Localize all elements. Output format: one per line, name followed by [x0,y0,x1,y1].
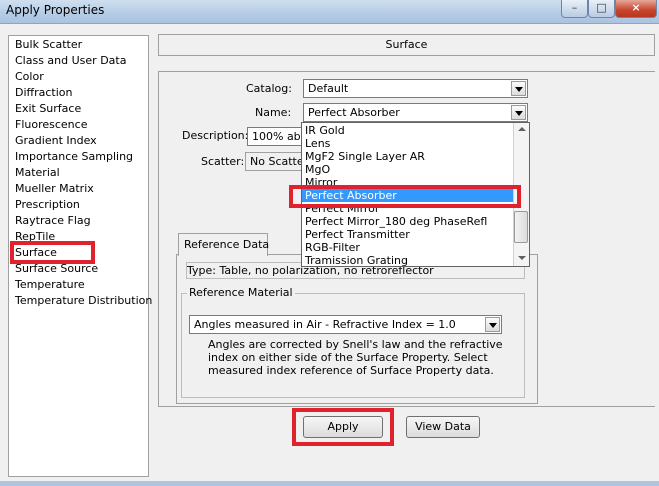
category-item-gradient-index[interactable]: Gradient Index [15,134,97,148]
category-item-bulk-scatter[interactable]: Bulk Scatter [15,38,82,52]
option-tramission-grating[interactable]: Tramission Grating [305,254,408,267]
reference-material-value: Angles measured in Air - Refractive Inde… [194,318,456,331]
reference-material-label: Reference Material [187,286,295,299]
scroll-down-icon[interactable] [518,256,526,260]
category-item-importance-sampling[interactable]: Importance Sampling [15,150,133,164]
category-item-surface-source[interactable]: Surface Source [15,262,98,276]
category-item-temperature-distribution[interactable]: Temperature Distribution [15,294,152,308]
category-item-raytrace-flag[interactable]: Raytrace Flag [15,214,91,228]
scatter-label: Scatter: [201,155,245,168]
option-perfect-mirror-180[interactable]: Perfect Mirror_180 deg PhaseRefl [305,215,487,228]
option-perfect-transmitter[interactable]: Perfect Transmitter [305,228,410,241]
tab-reference-data-label: Reference Data [184,238,270,251]
name-select[interactable]: Perfect Absorber [303,103,528,122]
window-title: Apply Properties [6,3,105,17]
name-label: Name: [255,106,292,119]
catalog-value: Default [308,82,349,95]
category-item-material[interactable]: Material [15,166,60,180]
category-item-prescription[interactable]: Prescription [15,198,80,212]
reference-material-select[interactable]: Angles measured in Air - Refractive Inde… [189,315,502,334]
apply-annotation-box [292,408,394,446]
close-button[interactable]: × [615,0,657,18]
category-item-fluorescence[interactable]: Fluorescence [15,118,87,132]
scatter-field: No Scatter [245,152,305,171]
note-line-1: Angles are corrected by Snell's law and … [208,338,503,351]
category-item-mueller-matrix[interactable]: Mueller Matrix [15,182,94,196]
category-item-class-user-data[interactable]: Class and User Data [15,54,126,68]
page-title: Surface [385,38,428,51]
catalog-select[interactable]: Default [303,79,528,98]
category-item-exit-surface[interactable]: Exit Surface [15,102,81,116]
option-rgb-filter[interactable]: RGB-Filter [305,241,360,254]
option-lens[interactable]: Lens [305,137,330,150]
view-data-button[interactable]: View Data [406,416,480,438]
option-mgo[interactable]: MgO [305,163,330,176]
category-item-diffraction[interactable]: Diffraction [15,86,73,100]
chevron-down-icon[interactable] [511,105,526,120]
scrollbar-thumb[interactable] [514,211,528,243]
category-item-color[interactable]: Color [15,70,44,84]
chevron-down-icon[interactable] [511,81,526,96]
chevron-down-icon[interactable] [485,317,500,332]
option-mgf2-single-layer-ar[interactable]: MgF2 Single Layer AR [305,150,425,163]
perfect-absorber-annotation-box [289,185,521,208]
scatter-value: No Scatter [250,155,305,168]
catalog-label: Catalog: [246,82,292,95]
description-label: Description: [182,129,249,142]
description-field[interactable]: 100% abso [247,127,307,146]
note-line-2: index on either side of the Surface Prop… [208,351,488,364]
option-ir-gold[interactable]: IR Gold [305,124,345,137]
minimize-button[interactable]: – [561,0,588,18]
taskbar-edge [0,481,659,486]
description-value: 100% abso [252,130,306,143]
category-item-temperature[interactable]: Temperature [15,278,85,292]
name-value: Perfect Absorber [308,106,400,119]
scroll-up-icon[interactable] [518,127,526,131]
note-line-3: measured index reference of Surface Prop… [208,364,494,377]
surface-annotation-box [10,241,95,264]
maximize-button[interactable]: □ [588,0,615,18]
title-bar: Apply Properties – □ × [0,0,659,24]
tab-reference-data[interactable]: Reference Data [178,233,270,256]
